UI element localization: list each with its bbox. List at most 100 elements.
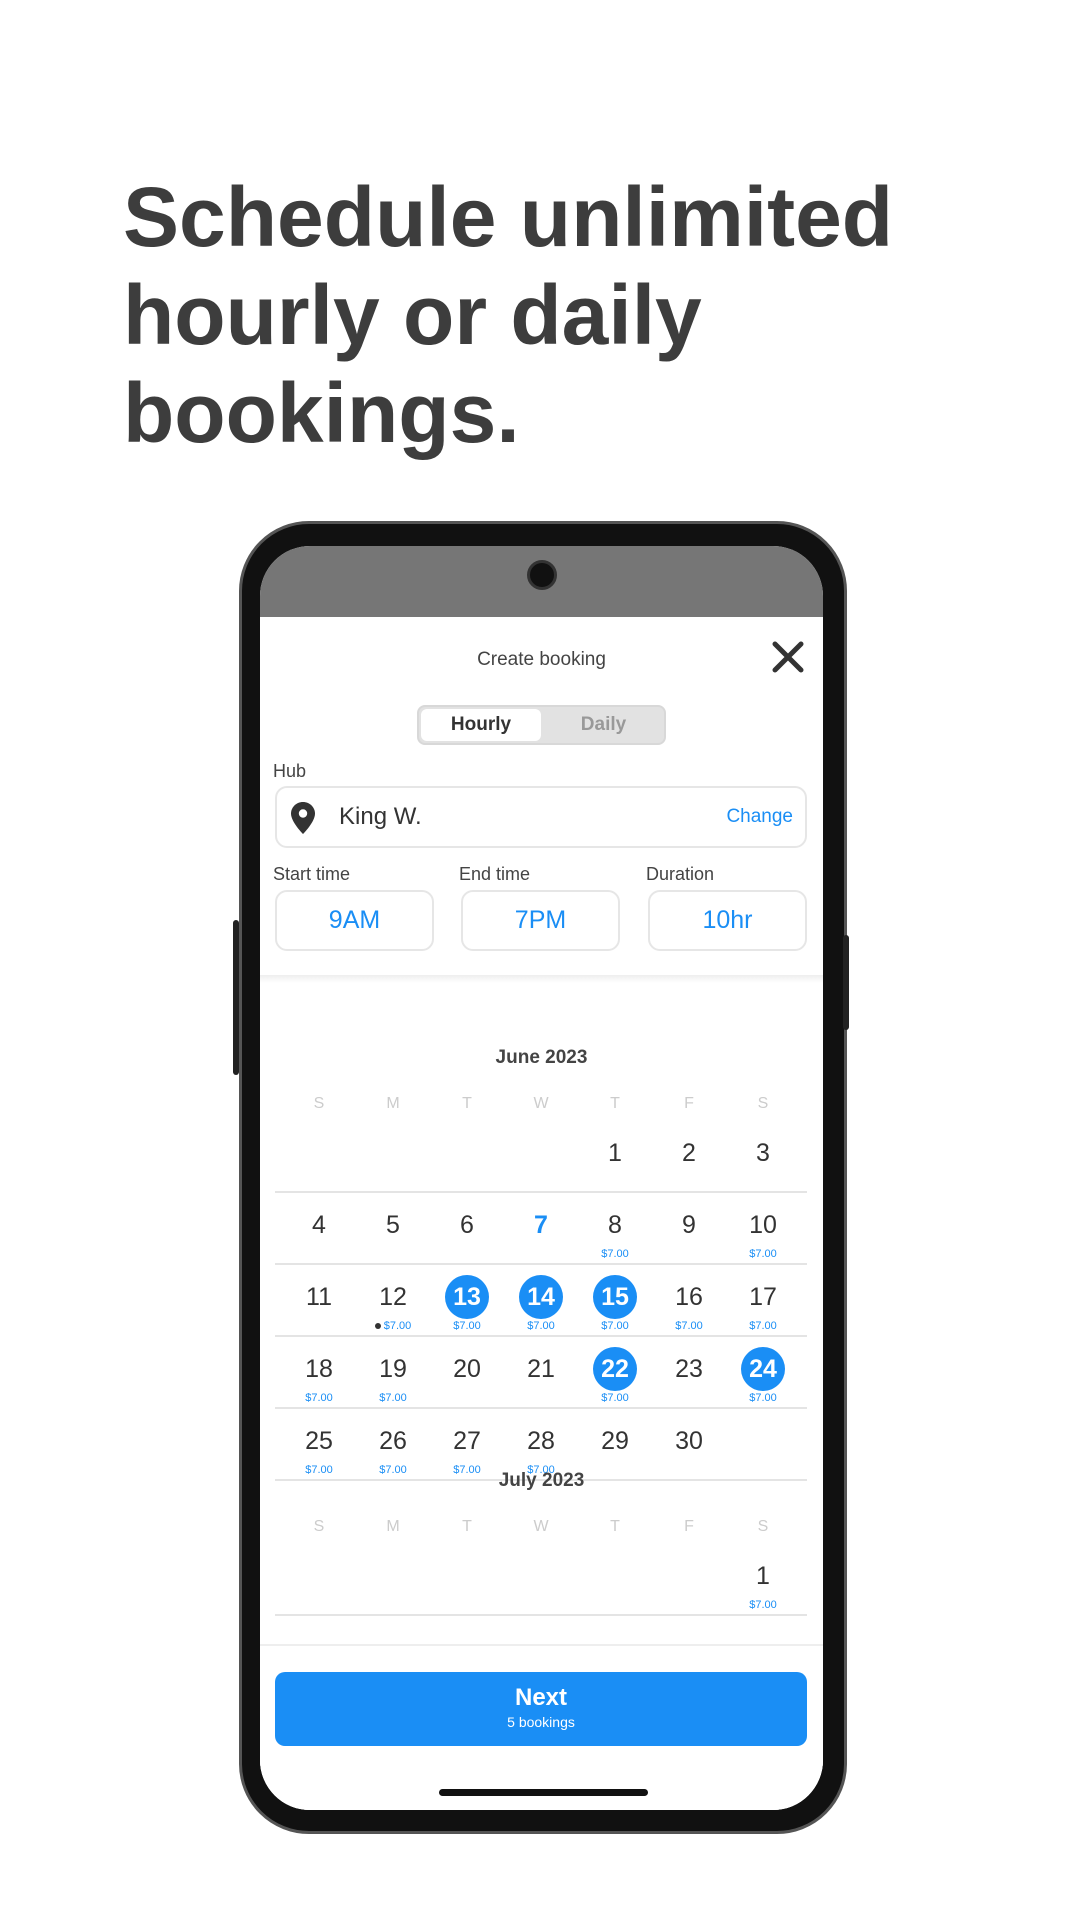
calendar-day[interactable]: 17 [726, 1275, 800, 1319]
phone-side-button [233, 920, 239, 1075]
calendar-day[interactable]: 10 [726, 1203, 800, 1247]
day-price: $7.00 [504, 1320, 578, 1332]
sheet-title: Create booking [477, 649, 606, 670]
weekday-label: T [610, 1518, 620, 1535]
calendar-day[interactable]: 28 [504, 1419, 578, 1463]
weekday-label: T [610, 1095, 620, 1112]
calendar-day[interactable]: 16 [652, 1275, 726, 1319]
calendar-day[interactable]: 22 [578, 1347, 652, 1391]
calendar-day[interactable]: 6 [430, 1203, 504, 1247]
calendar-day[interactable]: 7 [504, 1203, 578, 1247]
calendar-day[interactable]: 1 [726, 1554, 800, 1598]
hub-field[interactable]: King W. Change [275, 786, 807, 848]
price-text: $7.00 [453, 1320, 481, 1332]
calendar-day[interactable]: 4 [282, 1203, 356, 1247]
day-price: $7.00 [726, 1248, 800, 1260]
next-button[interactable]: Next 5 bookings [275, 1672, 807, 1746]
start-time-label: Start time [273, 864, 351, 884]
day-price: $7.00 [430, 1320, 504, 1332]
day-price: $7.00 [356, 1392, 430, 1404]
calendar-day[interactable]: 15 [578, 1275, 652, 1319]
month-title: June 2023 [495, 1047, 588, 1068]
duration-label: Duration [646, 864, 715, 884]
create-booking-sheet: Create booking Hourly Daily Hub King W. … [260, 617, 823, 1810]
calendar-day[interactable]: 19 [356, 1347, 430, 1391]
calendar-day[interactable]: 8 [578, 1203, 652, 1247]
day-price: $7.00 [726, 1320, 800, 1332]
day-price: $7.00 [356, 1320, 430, 1332]
day-number: 4 [312, 1211, 326, 1239]
day-price: $7.00 [578, 1320, 652, 1332]
calendar-day[interactable]: 18 [282, 1347, 356, 1391]
weekday-label: W [533, 1518, 549, 1535]
calendar-day[interactable]: 25 [282, 1419, 356, 1463]
price-text: $7.00 [305, 1392, 333, 1404]
calendar-day[interactable]: 5 [356, 1203, 430, 1247]
day-number: 6 [460, 1211, 474, 1239]
calendar-day[interactable]: 13 [430, 1275, 504, 1319]
calendar-day[interactable]: 12 [356, 1275, 430, 1319]
day-number: 25 [305, 1427, 333, 1455]
calendar-day[interactable]: 20 [430, 1347, 504, 1391]
status-bar [260, 546, 823, 617]
calendar-day[interactable]: 9 [652, 1203, 726, 1247]
calendar-day[interactable]: 27 [430, 1419, 504, 1463]
month-title: July 2023 [498, 1470, 585, 1491]
day-number: 24 [741, 1347, 785, 1391]
price-text: $7.00 [749, 1320, 777, 1332]
price-text: $7.00 [749, 1392, 777, 1404]
price-text: $7.00 [527, 1320, 555, 1332]
day-number: 28 [527, 1427, 555, 1455]
end-time-field[interactable]: 7PM [461, 890, 620, 951]
headline: Schedule unlimited hourly or daily booki… [123, 170, 894, 460]
change-hub-link[interactable]: Change [726, 806, 793, 828]
price-text: $7.00 [749, 1248, 777, 1260]
calendar-day[interactable]: 2 [652, 1131, 726, 1175]
tab-hourly[interactable]: Hourly [421, 709, 541, 741]
calendar-day[interactable]: 14 [504, 1275, 578, 1319]
duration-field[interactable]: 10hr [648, 890, 807, 951]
calendar-day[interactable]: 29 [578, 1419, 652, 1463]
divider [260, 975, 823, 983]
day-number: 1 [608, 1139, 622, 1167]
day-number: 10 [749, 1211, 777, 1239]
day-number: 20 [453, 1355, 481, 1383]
day-number: 23 [675, 1355, 703, 1383]
price-text: $7.00 [383, 1320, 412, 1332]
price-text: $7.00 [601, 1248, 629, 1260]
start-time-field[interactable]: 9AM [275, 890, 434, 951]
day-number: 22 [593, 1347, 637, 1391]
day-number: 21 [527, 1355, 555, 1383]
home-indicator [439, 1789, 648, 1796]
day-number: 15 [593, 1275, 637, 1319]
day-number: 13 [445, 1275, 489, 1319]
weekday-label: M [386, 1518, 400, 1535]
phone-side-button [843, 935, 849, 1030]
price-text: $7.00 [379, 1392, 407, 1404]
calendar-day[interactable]: 11 [282, 1275, 356, 1319]
day-number: 17 [749, 1283, 777, 1311]
day-number: 11 [306, 1283, 332, 1311]
calendar-day[interactable]: 1 [578, 1131, 652, 1175]
weekday-label: S [757, 1095, 769, 1112]
price-text: $7.00 [601, 1320, 629, 1332]
day-number: 30 [675, 1427, 703, 1455]
price-text: $7.00 [675, 1320, 703, 1332]
day-price: $7.00 [282, 1392, 356, 1404]
close-icon[interactable] [770, 639, 806, 675]
tab-daily[interactable]: Daily [543, 709, 664, 741]
calendar-day[interactable]: 3 [726, 1131, 800, 1175]
calendar-day[interactable]: 30 [652, 1419, 726, 1463]
day-price: $7.00 [578, 1392, 652, 1404]
day-price: $7.00 [652, 1320, 726, 1332]
calendar-day[interactable]: 23 [652, 1347, 726, 1391]
calendar-day[interactable]: 21 [504, 1347, 578, 1391]
price-text: $7.00 [601, 1392, 629, 1404]
day-number: 12 [379, 1283, 407, 1311]
weekday-label: S [313, 1095, 325, 1112]
day-number: 18 [305, 1355, 333, 1383]
weekday-label: M [386, 1095, 400, 1112]
calendar-day[interactable]: 26 [356, 1419, 430, 1463]
calendar-day[interactable]: 24 [726, 1347, 800, 1391]
weekday-label: T [462, 1095, 472, 1112]
